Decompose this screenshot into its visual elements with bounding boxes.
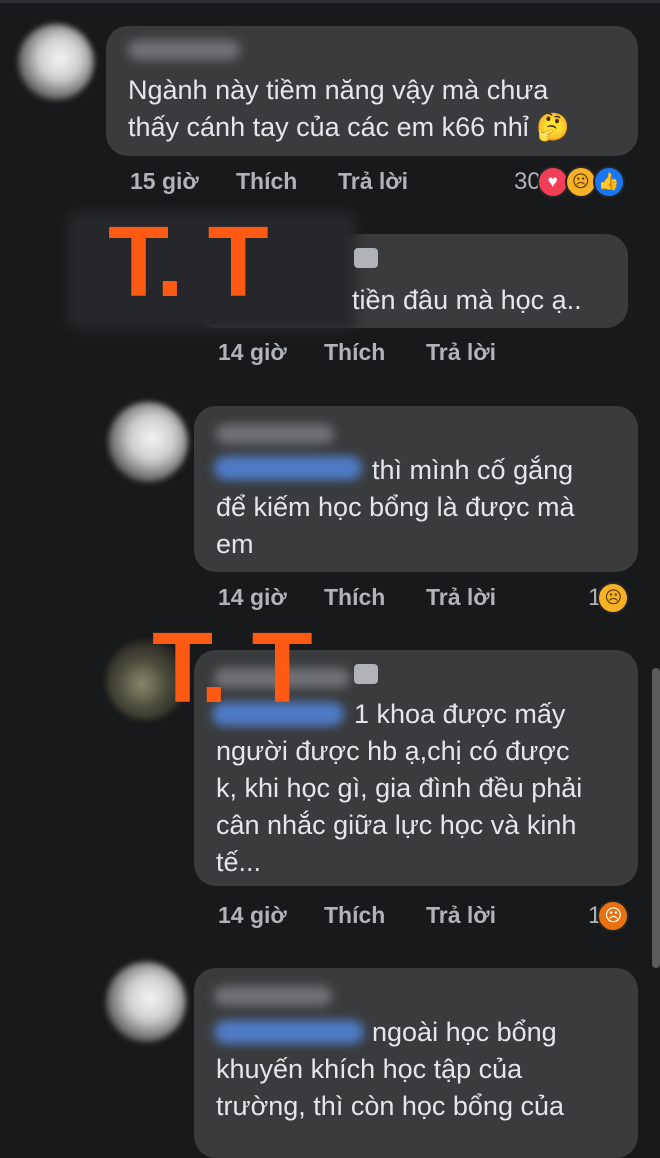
heart-icon: ♥ [536,166,569,198]
comment-text: Ngành này tiềm năng vậy mà chưa thấy cán… [128,75,570,142]
like-icon: 👍 [592,166,625,198]
commenter-avatar[interactable] [106,962,186,1042]
sad-icon: ☹ [597,582,630,614]
overlay-text: T. T [108,206,269,318]
commenter-name[interactable] [214,986,332,1006]
like-link[interactable]: Thích [236,168,297,195]
overlay-text: T. T [152,612,313,724]
reaction-summary[interactable]: 1 ☹ [588,900,630,932]
reaction-summary[interactable]: 30 ♥ ☹ 👍 [514,166,625,198]
comment-text: người được hb ạ,chị có được k, khi học g… [216,736,583,877]
commenter-avatar[interactable] [18,24,94,100]
author-badge-icon [354,248,378,268]
reply-link[interactable]: Trả lời [426,339,496,366]
comment-text: ngoài học bổng [372,1017,557,1047]
comment-text: để kiếm học bổng là được mà em [216,492,575,559]
comment-time[interactable]: 14 giờ [218,902,287,929]
comment-text: thì mình cố gắng [372,455,574,485]
comment-time[interactable]: 15 giờ [130,168,199,195]
comment-text: khuyến khích học tập của trường, thì còn… [216,1054,564,1121]
reply-link[interactable]: Trả lời [426,902,496,929]
comment-time[interactable]: 14 giờ [218,339,287,366]
commenter-name[interactable] [216,424,334,444]
top-divider [0,0,660,3]
like-link[interactable]: Thích [324,339,385,366]
mentioned-user-tag[interactable] [214,1020,364,1044]
comment-text: 1 khoa được mấy [354,699,566,729]
author-badge-icon [354,664,378,684]
angry-icon: ☹ [597,900,630,932]
commenter-avatar[interactable] [108,402,188,482]
like-link[interactable]: Thích [324,902,385,929]
mentioned-user-tag[interactable] [214,456,362,480]
commenter-name[interactable] [128,40,240,60]
scrollbar[interactable] [652,668,660,968]
reply-link[interactable]: Trả lời [426,584,496,611]
like-link[interactable]: Thích [324,584,385,611]
comment-text: tiền đâu mà học ạ.. [352,285,582,315]
comment-time[interactable]: 14 giờ [218,584,287,611]
reaction-summary[interactable]: 1 ☹ [588,582,630,614]
sad-icon: ☹ [564,166,597,198]
reply-link[interactable]: Trả lời [338,168,408,195]
